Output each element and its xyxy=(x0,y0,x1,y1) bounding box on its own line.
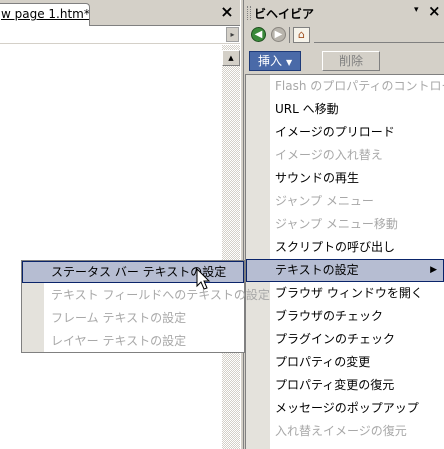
forward-icon[interactable]: ▶ xyxy=(271,27,286,42)
menu-item-open-browser-window[interactable]: ブラウザ ウィンドウを開く xyxy=(246,282,444,305)
tab-scroll-right-icon[interactable]: ▸ xyxy=(226,27,239,42)
mouse-cursor-icon xyxy=(196,268,211,290)
document-tab[interactable]: w page 1.htm* xyxy=(0,3,90,26)
close-document-icon[interactable]: × xyxy=(218,3,236,21)
menu-item-set-text[interactable]: テキストの設定 ▶ xyxy=(246,259,444,282)
menu-item-set-text-label: テキストの設定 xyxy=(275,263,359,277)
panel-header: ビヘイビア ▾ × xyxy=(244,0,444,26)
panel-title[interactable]: ビヘイビア xyxy=(254,5,314,22)
menu-item-jump-menu[interactable]: ジャンプ メニュー xyxy=(246,190,444,213)
document-canvas[interactable] xyxy=(0,45,222,449)
menu-item-flash-properties[interactable]: Flash のプロパティのコントロール xyxy=(246,75,444,98)
document-tab-bar: w page 1.htm* × xyxy=(0,0,240,26)
insert-button-label: 挿入 xyxy=(258,54,283,68)
menu-item-check-plugin[interactable]: プラグインのチェック xyxy=(246,328,444,351)
nav-underline xyxy=(314,42,444,43)
menu-item-swap-image[interactable]: イメージの入れ替え xyxy=(246,144,444,167)
menu-item-restore-property[interactable]: プロパティ変更の復元 xyxy=(246,374,444,397)
menu-item-swap-image-restore[interactable]: 入れ替えイメージの復元 xyxy=(246,420,444,443)
menu-item-go-to-url[interactable]: URL へ移動 xyxy=(246,98,444,121)
delete-button[interactable]: 削除 xyxy=(322,51,380,71)
panel-close-icon[interactable]: × xyxy=(428,2,441,20)
panel-options-icon[interactable]: ▾ xyxy=(414,5,419,15)
submenu-item-frame-text[interactable]: フレーム テキストの設定 xyxy=(22,307,244,329)
home-icon[interactable]: ⌂ xyxy=(293,27,310,43)
scroll-up-icon[interactable]: ▲ xyxy=(222,50,240,66)
document-toolbar-row: ▸ xyxy=(0,26,240,44)
submenu-item-layer-text[interactable]: レイヤー テキストの設定 xyxy=(22,330,244,352)
menu-item-change-property[interactable]: プロパティの変更 xyxy=(246,351,444,374)
menu-item-play-sound[interactable]: サウンドの再生 xyxy=(246,167,444,190)
insert-menu: Flash のプロパティのコントロール URL へ移動 イメージのプリロード イ… xyxy=(245,74,444,449)
back-icon[interactable]: ◀ xyxy=(251,27,266,42)
menu-item-popup-message[interactable]: メッセージのポップアップ xyxy=(246,397,444,420)
menu-item-preload-images[interactable]: イメージのプリロード xyxy=(246,121,444,144)
submenu-arrow-icon: ▶ xyxy=(430,265,437,275)
insert-button[interactable]: 挿入 ▼ xyxy=(249,51,301,71)
vertical-scrollbar[interactable]: ▲ xyxy=(222,45,240,449)
menu-item-check-browser[interactable]: ブラウザのチェック xyxy=(246,305,444,328)
menu-item-call-script[interactable]: スクリプトの呼び出し xyxy=(246,236,444,259)
nav-divider xyxy=(289,27,290,43)
panel-nav-bar: ◀ ▶ ⌂ xyxy=(248,27,444,45)
document-tab-label: w page 1.htm* xyxy=(1,7,90,21)
panel-grip-icon[interactable] xyxy=(247,6,251,20)
dropdown-arrow-icon: ▼ xyxy=(286,58,293,67)
menu-item-jump-menu-go[interactable]: ジャンプ メニュー移動 xyxy=(246,213,444,236)
